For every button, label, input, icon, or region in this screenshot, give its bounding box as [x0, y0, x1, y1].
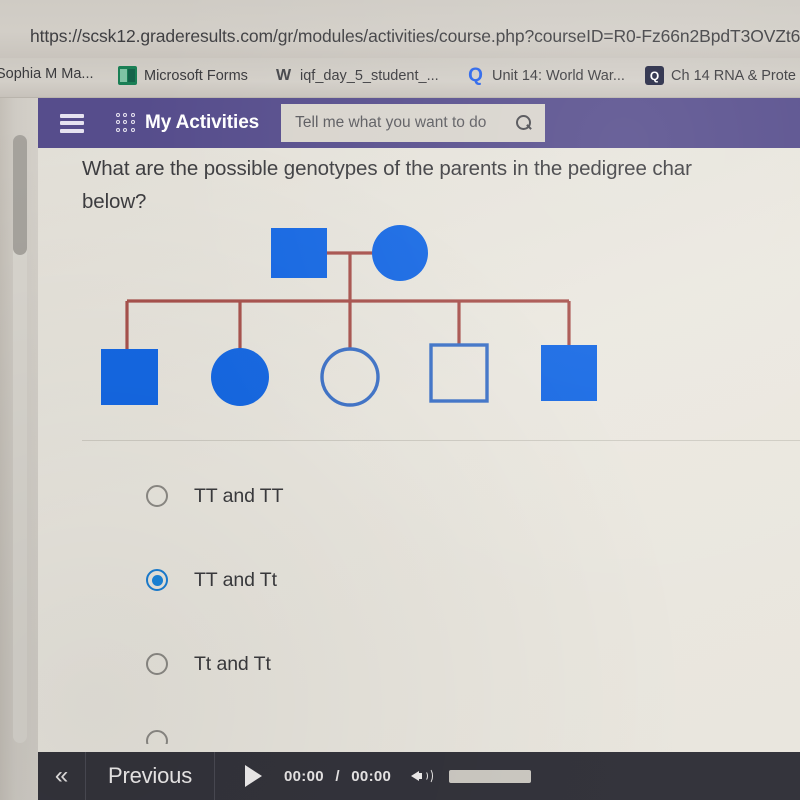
search-input[interactable]: Tell me what you want to do: [281, 104, 546, 142]
activity-player-bar: « Previous 00:00 / 00:00: [38, 752, 800, 800]
question-line-1: What are the possible genotypes of the p…: [82, 157, 692, 180]
radio-button-unselected[interactable]: [146, 485, 168, 507]
bookmark-iqf-day5[interactable]: W iqf_day_5_student_...: [274, 66, 439, 85]
ms-forms-icon: [118, 66, 137, 85]
bookmark-label: Sophia M Ma...: [0, 66, 94, 82]
individual-mother-affected-circle: [372, 225, 428, 281]
current-time: 00:00: [284, 767, 324, 785]
radio-button-unselected[interactable]: [146, 653, 168, 675]
answer-option-label: Tt and Tt: [194, 652, 271, 675]
bookmark-label: Unit 14: World War...: [492, 67, 625, 84]
previous-button[interactable]: Previous: [86, 752, 215, 800]
answer-option-label: TT and TT: [194, 484, 284, 507]
bookmark-label: Microsoft Forms: [144, 67, 248, 84]
bookmark-sophia[interactable]: Sophia M Ma...: [0, 66, 94, 82]
volume-slider[interactable]: [449, 769, 532, 783]
activity-content: What are the possible genotypes of the p…: [38, 148, 800, 752]
individual-child-2-affected-circle: [211, 348, 269, 406]
volume-speaker-icon[interactable]: [411, 765, 435, 787]
browser-url-bar[interactable]: https://scsk12.graderesults.com/gr/modul…: [0, 0, 800, 58]
individual-father-affected-square: [271, 228, 327, 278]
bookmark-label: Ch 14 RNA & Prote: [671, 67, 796, 84]
url-text[interactable]: https://scsk12.graderesults.com/gr/modul…: [30, 26, 800, 47]
answer-option-1[interactable]: TT and TT: [146, 478, 706, 514]
vertical-scrollbar-thumb[interactable]: [13, 135, 27, 255]
answer-option-2[interactable]: TT and Tt: [146, 562, 706, 598]
pedigree-connector-lines: [125, 251, 571, 349]
answer-options-list: TT and TT TT and Tt Tt and Tt: [146, 478, 706, 744]
player-timecode: 00:00 / 00:00: [284, 768, 391, 785]
search-placeholder: Tell me what you want to do: [295, 114, 487, 131]
time-separator: /: [335, 767, 340, 785]
quizlet-icon: Q: [468, 64, 483, 86]
individual-child-1-affected-square: [101, 349, 158, 405]
pedigree-chart: [38, 208, 800, 423]
w-icon: W: [275, 66, 292, 84]
bookmark-ch14[interactable]: Q Ch 14 RNA & Prote: [645, 66, 796, 85]
waffle-grid-icon[interactable]: [116, 113, 136, 133]
pedigree-svg: [101, 225, 597, 407]
app-title: My Activities: [145, 112, 260, 133]
radio-button-unselected[interactable]: [146, 730, 168, 744]
play-button-icon[interactable]: [245, 765, 262, 787]
individual-child-3-unaffected-circle: [320, 347, 380, 407]
screenshot-root: https://scsk12.graderesults.com/gr/modul…: [0, 0, 800, 800]
answer-option-4-partial[interactable]: [146, 730, 706, 744]
bookmark-microsoft-forms[interactable]: Microsoft Forms: [118, 66, 248, 85]
bookmark-unit14[interactable]: Q Unit 14: World War...: [466, 64, 625, 86]
radio-button-selected[interactable]: [146, 569, 168, 591]
section-divider: [82, 440, 800, 441]
answer-option-3[interactable]: Tt and Tt: [146, 646, 706, 682]
quizlet-dark-icon: Q: [645, 66, 664, 85]
double-chevron-left-icon[interactable]: «: [38, 752, 86, 800]
total-time: 00:00: [351, 767, 392, 785]
app-toolbar: My Activities Tell me what you want to d…: [38, 98, 800, 148]
bookmark-label: iqf_day_5_student_...: [300, 67, 439, 84]
answer-option-label: TT and Tt: [194, 568, 277, 591]
hamburger-menu-icon[interactable]: [60, 113, 84, 133]
individual-child-5-affected-square: [541, 345, 597, 401]
individual-child-4-unaffected-square: [429, 343, 489, 403]
search-icon[interactable]: [516, 114, 533, 132]
